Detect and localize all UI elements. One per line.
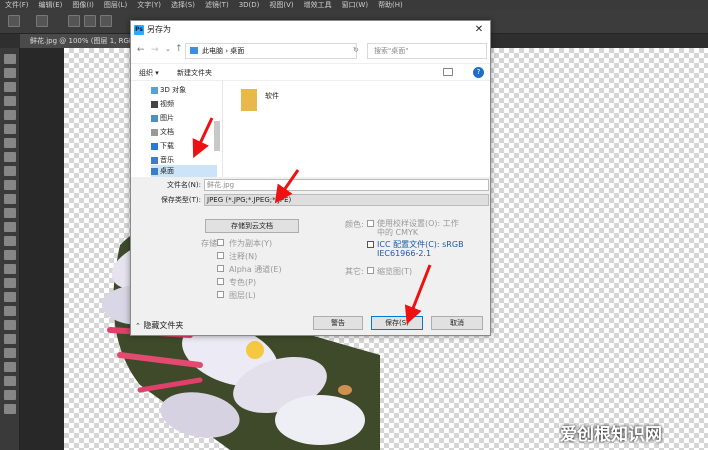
annotation-arrows: [192, 117, 432, 325]
arrow-to-save: [404, 264, 432, 325]
arrow-to-filetype: [274, 169, 300, 204]
arrow-to-desktop: [192, 117, 214, 159]
watermark: 爱创根知识网: [560, 425, 662, 445]
